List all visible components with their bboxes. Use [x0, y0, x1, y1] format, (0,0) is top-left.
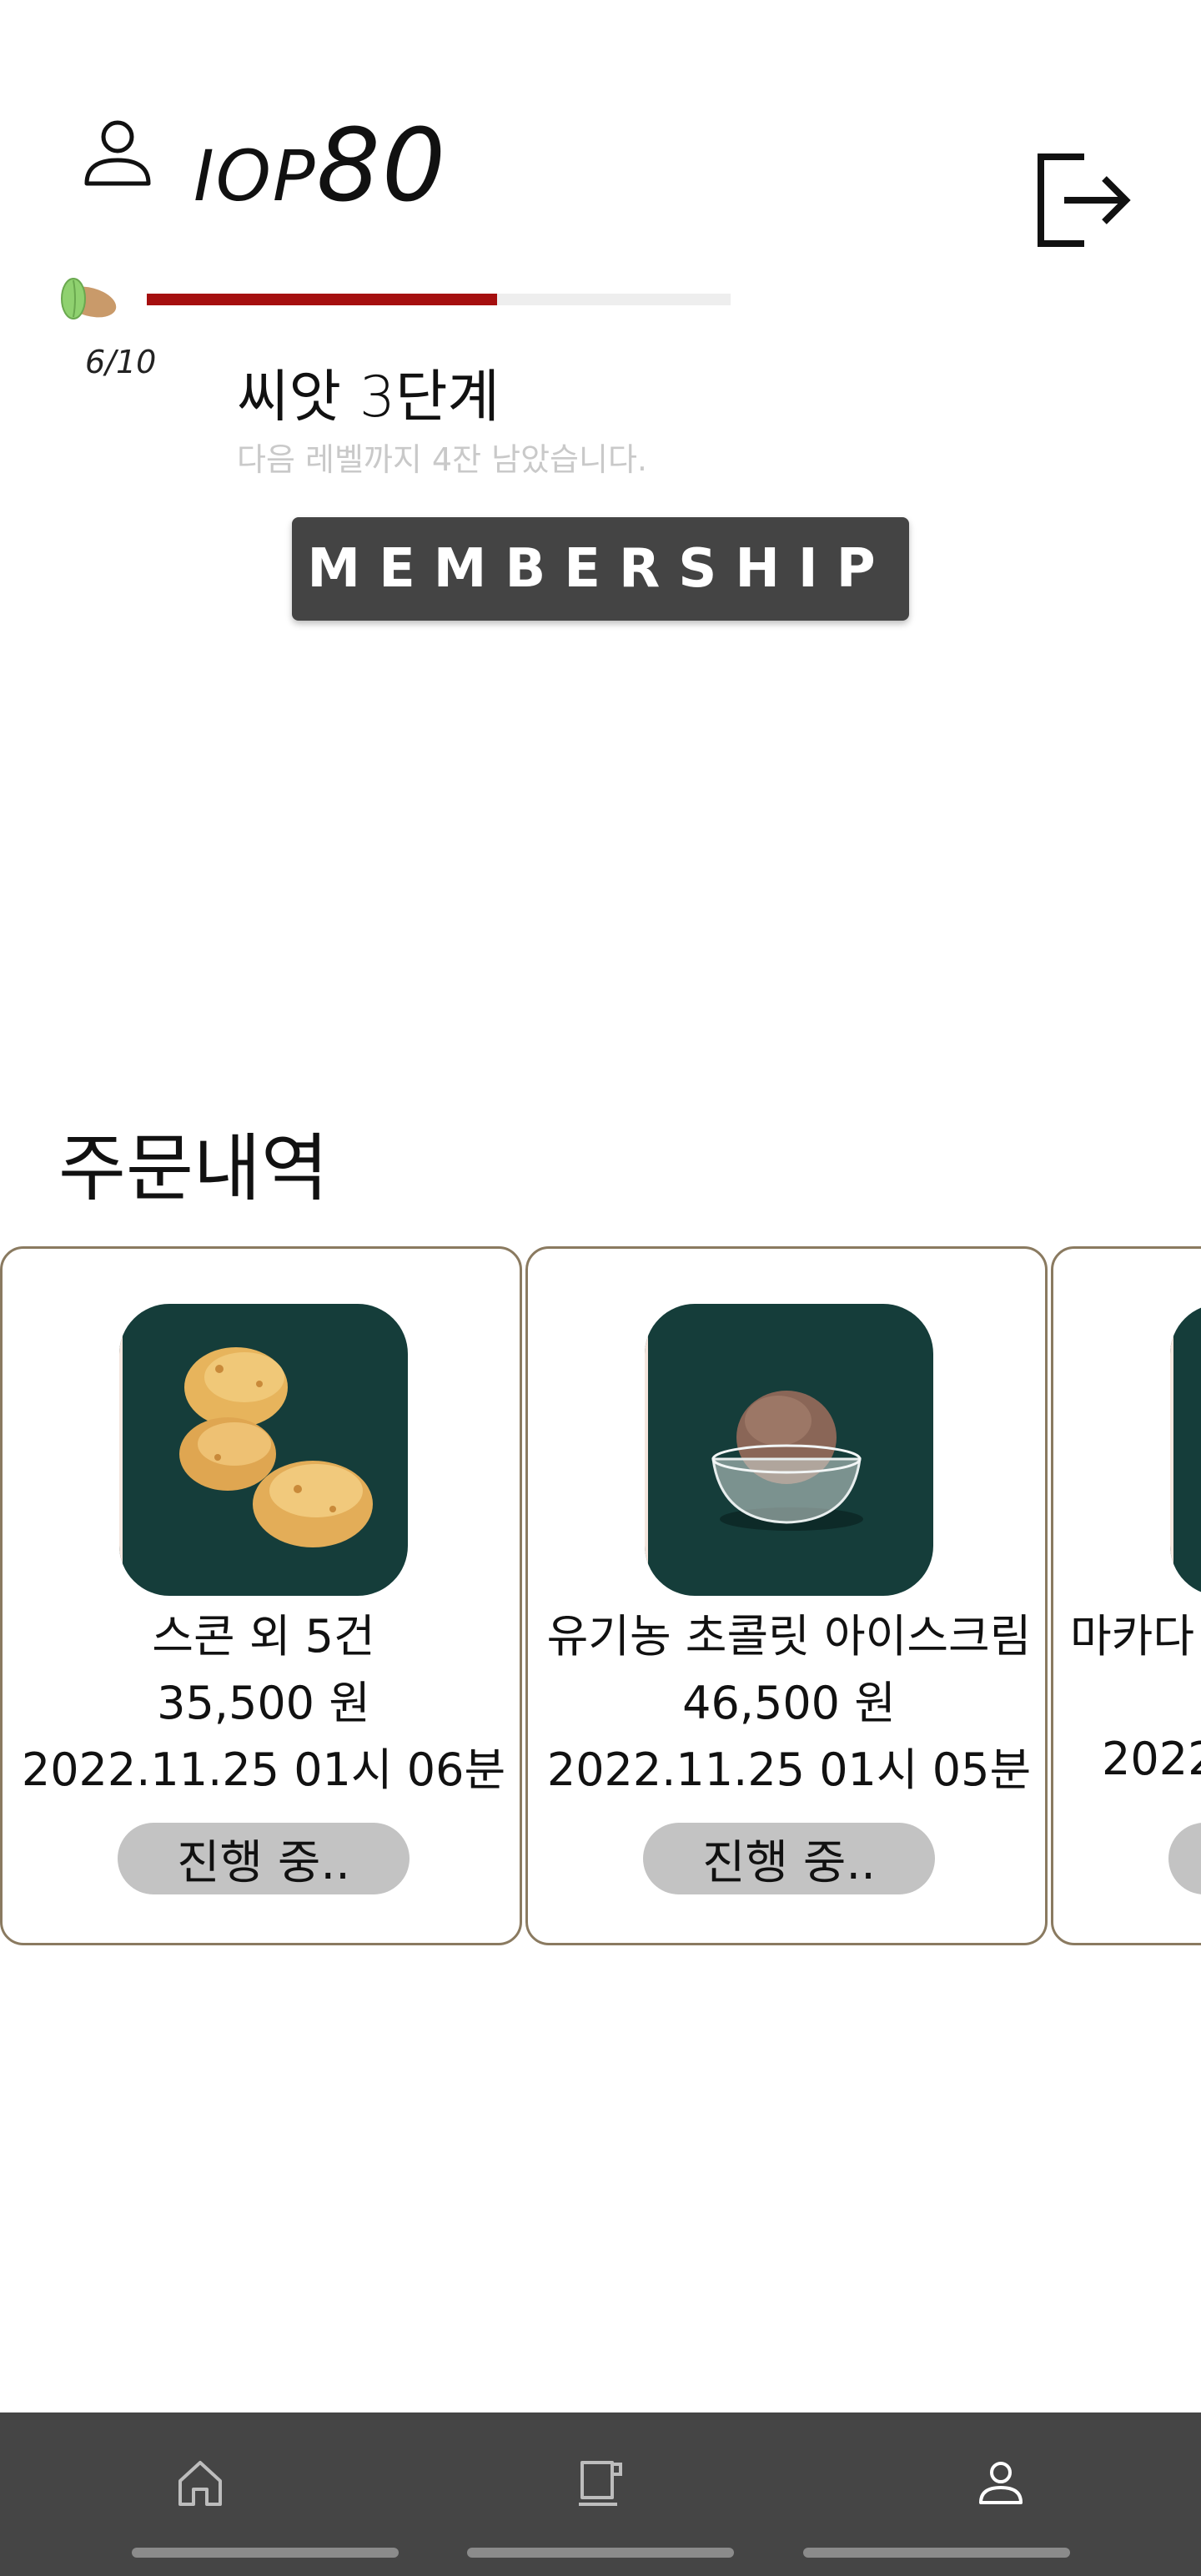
- order-card[interactable]: 마카다 2022: [1051, 1246, 1201, 1945]
- order-name: 마카다: [1070, 1610, 1195, 1663]
- nav-profile-indicator: [803, 2548, 1070, 2558]
- level-progress-count: 6/10: [85, 344, 157, 380]
- nav-profile[interactable]: [803, 2412, 1070, 2576]
- nav-home[interactable]: [132, 2412, 399, 2576]
- order-name: 유기농 초콜릿 아이스크림: [546, 1610, 1032, 1663]
- order-list[interactable]: 스콘 외 5건 35,500 원 2022.11.25 01시 06분 진행 중…: [0, 1246, 1201, 1950]
- almond-seed-icon: [61, 278, 117, 319]
- username-suffix: 80: [316, 108, 448, 224]
- logout-icon[interactable]: [1034, 150, 1134, 250]
- order-status-button[interactable]: [1168, 1823, 1201, 1894]
- person-icon: [979, 2462, 1023, 2504]
- home-icon: [178, 2461, 222, 2506]
- order-price: 46,500 원: [682, 1677, 896, 1729]
- nav-menu-indicator: [467, 2548, 734, 2558]
- username: IOP 80: [193, 108, 447, 224]
- order-price: 35,500 원: [157, 1677, 370, 1729]
- order-date: 2022: [1102, 1733, 1201, 1785]
- product-image: [1170, 1304, 1201, 1596]
- membership-button[interactable]: MEMBERSHIP: [292, 517, 909, 621]
- order-status-button[interactable]: 진행 중..: [643, 1823, 935, 1894]
- user-icon: [84, 120, 151, 186]
- order-history-title: 주문내역: [58, 1125, 329, 1211]
- order-date: 2022.11.25 01시 06분: [21, 1743, 506, 1796]
- nav-home-indicator: [132, 2548, 399, 2558]
- order-card[interactable]: 유기농 초콜릿 아이스크림 46,500 원 2022.11.25 01시 05…: [525, 1246, 1048, 1945]
- order-date: 2022.11.25 01시 05분: [546, 1743, 1032, 1796]
- level-title: 씨앗 3단계: [237, 365, 500, 430]
- order-status-button[interactable]: 진행 중..: [118, 1823, 410, 1894]
- coffee-cup-icon: [579, 2461, 622, 2506]
- level-remaining-text: 다음 레벨까지 4잔 남았습니다.: [237, 441, 648, 478]
- order-card[interactable]: 스콘 외 5건 35,500 원 2022.11.25 01시 06분 진행 중…: [0, 1246, 522, 1945]
- chocolate-ice-cream-image: [645, 1304, 933, 1596]
- scone-image: [119, 1304, 408, 1596]
- level-progress-bar: [147, 294, 731, 305]
- nav-menu[interactable]: [467, 2412, 734, 2576]
- username-prefix: IOP: [193, 135, 317, 217]
- level-progress-fill: [147, 294, 497, 305]
- order-name: 스콘 외 5건: [152, 1610, 375, 1663]
- bottom-navigation: [0, 2412, 1201, 2576]
